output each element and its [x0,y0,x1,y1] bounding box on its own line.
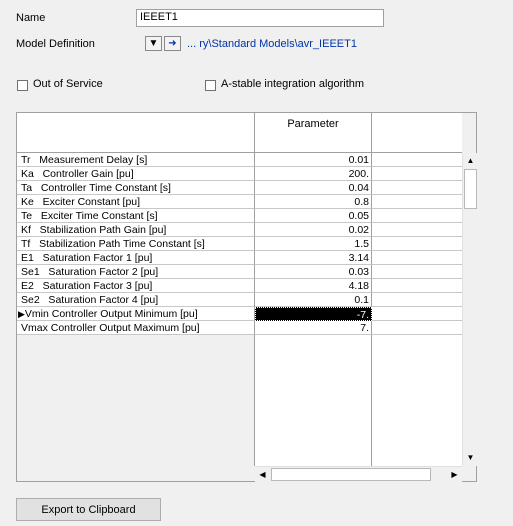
parameter-value-cell[interactable]: 0.02 [255,223,372,237]
table-row[interactable]: Ka Controller Gain [pu] 200. [17,167,462,181]
extra-cell [372,279,462,293]
parameter-value-cell[interactable]: 3.14 [255,251,372,265]
extra-cell [372,181,462,195]
parameter-grid: Parameter Tr Measurement Delay [s] 0.01 Ka… [16,112,478,482]
parameter-name-cell: Ta Controller Time Constant [s] [17,181,255,195]
triangle-left-icon: ◀ [259,470,266,479]
horizontal-scrollbar[interactable]: ◀ ▶ [255,466,462,482]
arrow-right-icon: ➜ [168,37,177,49]
out-of-service-checkbox[interactable] [17,80,28,91]
extra-cell [372,223,462,237]
extra-cell [372,265,462,279]
grid-empty-name-area [17,335,255,466]
grid-corner-header [17,113,255,153]
parameter-value-cell[interactable]: 0.05 [255,209,372,223]
extra-cell [372,293,462,307]
triangle-right-icon: ▶ [18,309,25,319]
grid-empty-value-area [255,335,372,466]
extra-cell [372,251,462,265]
model-definition-label: Model Definition [16,38,95,50]
parameter-name-cell: Tr Measurement Delay [s] [17,153,255,167]
parameter-name-cell: Ka Controller Gain [pu] [17,167,255,181]
triangle-up-icon: ▲ [466,156,475,165]
vertical-scroll-thumb[interactable] [464,169,477,209]
table-row[interactable]: E2 Saturation Factor 3 [pu] 4.18 [17,279,462,293]
grid-empty-extra-area [372,335,462,466]
export-to-clipboard-button[interactable]: Export to Clipboard [16,498,161,521]
extra-cell [372,307,462,321]
table-row[interactable]: Ke Exciter Constant [pu] 0.8 [17,195,462,209]
extra-cell [372,321,462,335]
table-row[interactable]: Tr Measurement Delay [s] 0.01 [17,153,462,167]
astable-label: A-stable integration algorithm [221,78,365,90]
table-row[interactable]: Vmax Controller Output Maximum [pu] 7. [17,321,462,335]
model-definition-path[interactable]: ... ry\Standard Models\avr_IEEET1 [187,38,357,50]
model-definition-jump-button[interactable]: ➜ [164,36,181,51]
parameter-name-cell: Se1 Saturation Factor 2 [pu] [17,265,255,279]
table-row[interactable]: E1 Saturation Factor 1 [pu] 3.14 [17,251,462,265]
table-row[interactable]: Se1 Saturation Factor 2 [pu] 0.03 [17,265,462,279]
table-row[interactable]: Te Exciter Time Constant [s] 0.05 [17,209,462,223]
parameter-value-cell[interactable]: 4.18 [255,279,372,293]
table-row[interactable]: ▶Vmin Controller Output Minimum [pu] -7. [17,307,462,321]
parameter-value-cell[interactable]: 200. [255,167,372,181]
parameter-name-cell: Vmax Controller Output Maximum [pu] [17,321,255,335]
extra-cell [372,195,462,209]
extra-cell [372,167,462,181]
extra-cell [372,237,462,251]
extra-cell [372,209,462,223]
parameter-name-cell: E1 Saturation Factor 1 [pu] [17,251,255,265]
astable-checkbox[interactable] [205,80,216,91]
vertical-scrollbar[interactable]: ▲ ▼ [462,153,478,466]
scroll-up-button[interactable]: ▲ [463,153,478,168]
table-row[interactable]: Se2 Saturation Factor 4 [pu] 0.1 [17,293,462,307]
extra-cell [372,153,462,167]
scroll-left-button[interactable]: ◀ [255,467,270,482]
parameter-column-header[interactable]: Parameter [255,113,372,153]
table-row[interactable]: Tf Stabilization Path Time Constant [s] 1… [17,237,462,251]
parameter-value-cell[interactable]: -7. [255,307,372,321]
parameter-name-cell: Kf Stabilization Path Gain [pu] [17,223,255,237]
parameter-value-cell[interactable]: 0.03 [255,265,372,279]
parameter-value-cell[interactable]: 7. [255,321,372,335]
scroll-down-button[interactable]: ▼ [463,450,478,465]
parameter-name-cell: ▶Vmin Controller Output Minimum [pu] [17,307,255,321]
name-label: Name [16,12,46,24]
parameter-name-cell: Ke Exciter Constant [pu] [17,195,255,209]
triangle-down-icon: ▼ [148,37,159,49]
model-definition-dropdown-button[interactable]: ▼ [145,36,162,51]
out-of-service-label: Out of Service [33,78,103,90]
scroll-right-button[interactable]: ▶ [447,467,462,482]
triangle-down-icon: ▼ [466,453,475,462]
horizontal-scroll-thumb[interactable] [271,468,431,481]
parameter-value-cell[interactable]: 0.8 [255,195,372,209]
table-row[interactable]: Ta Controller Time Constant [s] 0.04 [17,181,462,195]
parameter-value-cell[interactable]: 0.1 [255,293,372,307]
triangle-right-icon: ▶ [451,470,458,479]
table-row[interactable]: Kf Stabilization Path Gain [pu] 0.02 [17,223,462,237]
extra-column-header [372,113,462,153]
parameter-value-cell[interactable]: 1.5 [255,237,372,251]
parameter-name-cell: Tf Stabilization Path Time Constant [s] [17,237,255,251]
parameter-value-cell[interactable]: 0.01 [255,153,372,167]
parameter-value-cell[interactable]: 0.04 [255,181,372,195]
parameter-name-cell: E2 Saturation Factor 3 [pu] [17,279,255,293]
parameter-name-cell: Se2 Saturation Factor 4 [pu] [17,293,255,307]
parameter-name-cell: Te Exciter Time Constant [s] [17,209,255,223]
name-input[interactable]: IEEET1 [136,9,384,27]
